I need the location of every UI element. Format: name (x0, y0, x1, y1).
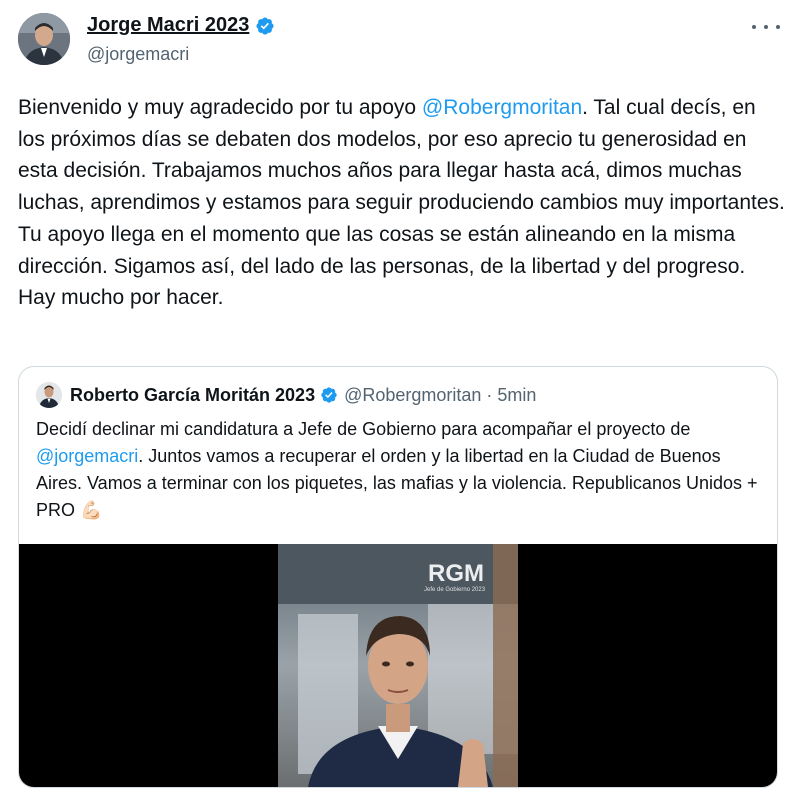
verified-badge-icon (255, 16, 275, 36)
quoted-tweet-card[interactable]: Roberto García Moritán 2023 @Robergmorit… (18, 366, 778, 788)
rgm-logo-subtitle: Jefe de Gobierno 2023 (424, 587, 486, 593)
quoted-tweet-time[interactable]: 5min (497, 385, 536, 406)
quoted-author-avatar[interactable] (36, 382, 62, 408)
rgm-logo: RGM (428, 560, 484, 587)
more-options-icon[interactable] (752, 17, 780, 37)
header-separator: · (486, 384, 493, 405)
tweet-text-part2: . Tal cual decís, en los próximos días s… (18, 96, 785, 310)
quoted-author-name[interactable]: Roberto García Moritán 2023 (70, 385, 315, 406)
verified-badge-icon (320, 386, 338, 404)
author-name-row: Jorge Macri 2023 (87, 14, 275, 37)
quoted-author-handle[interactable]: @Robergmoritan (344, 385, 481, 406)
tweet-mention-link[interactable]: @Robergmoritan (422, 96, 582, 119)
video-player[interactable]: RGM Jefe de Gobierno 2023 (19, 544, 777, 787)
quoted-tweet-text: Decidí declinar mi candidatura a Jefe de… (36, 416, 766, 524)
quoted-text-part1: Decidí declinar mi candidatura a Jefe de… (36, 419, 691, 439)
quoted-text-part2: . Juntos vamos a recuperar el orden y la… (36, 446, 758, 520)
author-name[interactable]: Jorge Macri 2023 (87, 14, 249, 37)
quoted-mention-link[interactable]: @jorgemacri (36, 446, 138, 466)
author-handle[interactable]: @jorgemacri (87, 44, 189, 65)
video-thumbnail[interactable]: RGM Jefe de Gobierno 2023 (278, 544, 518, 787)
tweet-text: Bienvenido y muy agradecido por tu apoyo… (18, 92, 788, 314)
tweet-text-part1: Bienvenido y muy agradecido por tu apoyo (18, 96, 422, 119)
author-avatar[interactable] (18, 13, 70, 65)
quoted-tweet-header: Roberto García Moritán 2023 @Robergmorit… (36, 382, 536, 408)
